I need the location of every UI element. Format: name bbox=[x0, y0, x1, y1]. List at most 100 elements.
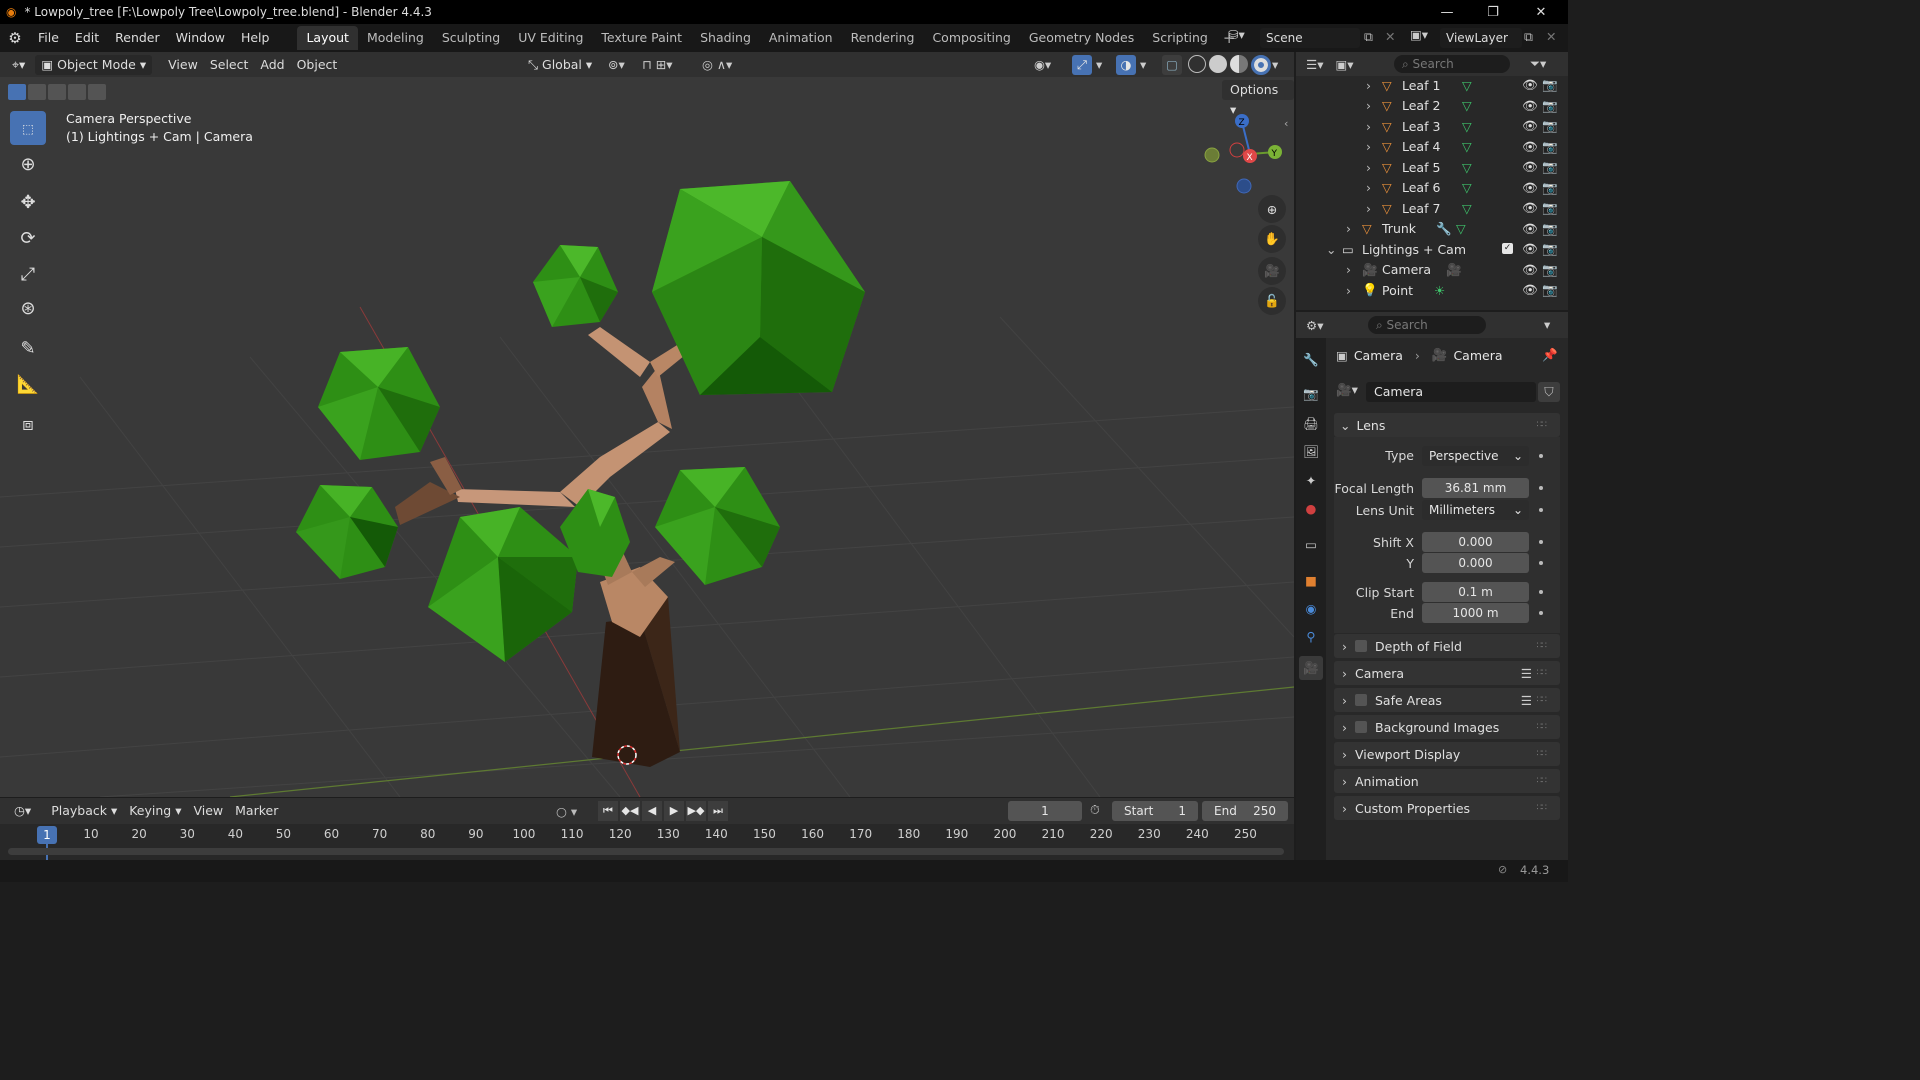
animation-panel[interactable]: › Animation ∷∷ bbox=[1334, 769, 1560, 793]
snap-icon[interactable]: ⊓ ⊞▾ bbox=[642, 57, 672, 72]
eye-visibility-icon[interactable]: 👁 bbox=[1522, 282, 1538, 298]
lock-camera-icon[interactable]: 🔓 bbox=[1258, 287, 1286, 315]
editor-type-icon[interactable]: ⌖▾ bbox=[6, 55, 31, 75]
viewport-display-panel[interactable]: › Viewport Display ∷∷ bbox=[1334, 742, 1560, 766]
next-keyframe-icon[interactable]: ▶◆ bbox=[686, 801, 706, 821]
transform-tool[interactable]: ⊛ bbox=[10, 291, 46, 325]
presets-list-icon[interactable]: ☰ bbox=[1521, 666, 1532, 681]
maximize-button[interactable]: ❐ bbox=[1470, 0, 1516, 24]
outliner-row[interactable]: › ▽ Leaf 5 ▽ 👁 📷 bbox=[1296, 157, 1568, 177]
eye-visibility-icon[interactable]: 👁 bbox=[1522, 159, 1538, 175]
zoom-icon[interactable]: ⊕ bbox=[1258, 195, 1286, 223]
menu-edit[interactable]: Edit bbox=[67, 27, 107, 49]
shift-y-field[interactable]: 0.000 bbox=[1422, 553, 1529, 573]
display-mode-icon[interactable]: ▣▾ bbox=[1335, 57, 1353, 72]
collection-exclude-checkbox[interactable]: ✓ bbox=[1502, 243, 1513, 254]
eye-visibility-icon[interactable]: 👁 bbox=[1522, 262, 1538, 278]
chevron-right-icon[interactable]: › bbox=[1366, 139, 1371, 154]
camera-render-icon[interactable]: 📷 bbox=[1542, 200, 1558, 216]
pivot-point-icon[interactable]: ⊚▾ bbox=[608, 57, 625, 72]
scene-tab-icon[interactable]: ✦ bbox=[1299, 468, 1323, 492]
focal-keyframe-dot[interactable] bbox=[1539, 486, 1543, 490]
clip-start-keyframe-dot[interactable] bbox=[1539, 590, 1543, 594]
outliner-editor-type-icon[interactable]: ☰▾ bbox=[1306, 57, 1323, 72]
new-scene-icon[interactable]: ⧉ bbox=[1364, 29, 1373, 45]
camera-render-icon[interactable]: 📷 bbox=[1542, 262, 1558, 278]
outliner-row[interactable]: › 🎥 Camera 🎥 👁 📷 bbox=[1296, 260, 1568, 280]
tab-modeling[interactable]: Modeling bbox=[358, 26, 433, 50]
mesh-data-icon[interactable]: ▽ bbox=[1456, 221, 1466, 236]
camera-render-icon[interactable]: 📷 bbox=[1542, 159, 1558, 175]
transform-orientation-dropdown[interactable]: ⤡ Global ▾ bbox=[522, 55, 598, 75]
collection-tab-icon[interactable]: ▭ bbox=[1299, 532, 1323, 556]
rotate-tool[interactable]: ⟳ bbox=[10, 221, 46, 255]
camera-data-icon[interactable]: 🎥 bbox=[1446, 262, 1462, 278]
options-dropdown[interactable]: Options ▾ bbox=[1222, 80, 1294, 117]
chevron-right-icon[interactable]: › bbox=[1366, 201, 1371, 216]
focal-length-field[interactable]: 36.81 mm bbox=[1422, 478, 1529, 498]
menu-window[interactable]: Window bbox=[168, 27, 233, 49]
camera-render-icon[interactable]: 📷 bbox=[1542, 221, 1558, 237]
menu-file[interactable]: File bbox=[30, 27, 67, 49]
outliner-item-label[interactable]: Camera bbox=[1382, 262, 1431, 277]
tab-sculpting[interactable]: Sculpting bbox=[433, 26, 509, 50]
outliner-row[interactable]: › ▽ Leaf 2 ▽ 👁 📷 bbox=[1296, 96, 1568, 116]
mesh-data-icon[interactable]: ▽ bbox=[1462, 119, 1472, 134]
fake-user-shield-icon[interactable]: ⛉ bbox=[1538, 382, 1560, 402]
camera-render-icon[interactable]: 📷 bbox=[1542, 118, 1558, 134]
select-extend-icon[interactable] bbox=[28, 84, 46, 100]
timeline-editor-type-icon[interactable]: ◷▾ bbox=[8, 801, 37, 821]
outliner-row[interactable]: › ▽ Leaf 7 ▽ 👁 📷 bbox=[1296, 198, 1568, 218]
outliner-item-label[interactable]: Leaf 6 bbox=[1402, 180, 1440, 195]
shading-options-icon[interactable]: ▾ bbox=[1272, 57, 1278, 72]
mesh-data-icon[interactable]: ▽ bbox=[1462, 78, 1472, 93]
tab-geometry-nodes[interactable]: Geometry Nodes bbox=[1020, 26, 1143, 50]
light-data-icon[interactable]: ☀ bbox=[1434, 283, 1445, 298]
shift-y-keyframe-dot[interactable] bbox=[1539, 561, 1543, 565]
proportional-edit-icon[interactable]: ◎ ∧▾ bbox=[702, 57, 732, 72]
tab-scripting[interactable]: Scripting bbox=[1143, 26, 1217, 50]
eye-visibility-icon[interactable]: 👁 bbox=[1522, 98, 1538, 114]
background-images-checkbox[interactable] bbox=[1355, 721, 1367, 733]
lens-unit-keyframe-dot[interactable] bbox=[1539, 508, 1543, 512]
camera-render-icon[interactable]: 📷 bbox=[1542, 77, 1558, 93]
outliner-item-label[interactable]: Leaf 3 bbox=[1402, 119, 1440, 134]
object-tab-icon[interactable]: ■ bbox=[1299, 568, 1323, 592]
chevron-right-icon[interactable]: › bbox=[1366, 160, 1371, 175]
select-intersect-icon[interactable] bbox=[88, 84, 106, 100]
chevron-right-icon[interactable]: › bbox=[1366, 119, 1371, 134]
add-cube-tool[interactable]: ⧈ bbox=[10, 407, 46, 441]
scale-tool[interactable]: ⤢ bbox=[10, 257, 46, 291]
output-tab-icon[interactable]: 🖨 bbox=[1299, 412, 1323, 436]
lens-unit-dropdown[interactable]: Millimeters ⌄ bbox=[1422, 500, 1529, 520]
outliner-row[interactable]: ⌄ ▭ Lightings + Cam ✓ 👁 📷 bbox=[1296, 239, 1568, 259]
camera-render-icon[interactable]: 📷 bbox=[1542, 98, 1558, 114]
camera-panel[interactable]: › Camera ☰ ∷∷ bbox=[1334, 661, 1560, 685]
tab-shading[interactable]: Shading bbox=[691, 26, 760, 50]
timeline-scrollbar[interactable] bbox=[8, 848, 1284, 855]
navigation-gizmo[interactable]: Z Y X bbox=[1200, 109, 1290, 199]
eye-visibility-icon[interactable]: 👁 bbox=[1522, 200, 1538, 216]
tool-tab-icon[interactable]: 🔧 bbox=[1299, 348, 1323, 372]
physics-tab-icon[interactable]: ◉ bbox=[1299, 596, 1323, 620]
menu-keying[interactable]: Keying ▾ bbox=[123, 801, 187, 821]
auto-keying-icon[interactable]: ○ ▾ bbox=[556, 804, 577, 819]
play-icon[interactable]: ▶ bbox=[664, 801, 684, 821]
preview-range-icon[interactable]: ⏱ bbox=[1090, 802, 1100, 818]
outliner-item-label[interactable]: Leaf 5 bbox=[1402, 160, 1440, 175]
safe-areas-panel[interactable]: › Safe Areas ☰ ∷∷ bbox=[1334, 688, 1560, 712]
menu-playback[interactable]: Playback ▾ bbox=[45, 801, 123, 821]
material-shading-icon[interactable] bbox=[1230, 54, 1248, 73]
chevron-right-icon[interactable]: › bbox=[1346, 221, 1351, 236]
menu-object[interactable]: Object bbox=[291, 55, 344, 75]
cursor-tool[interactable]: ⊕ bbox=[10, 147, 46, 181]
menu-select[interactable]: Select bbox=[204, 55, 255, 75]
shift-x-field[interactable]: 0.000 bbox=[1422, 532, 1529, 552]
type-keyframe-dot[interactable] bbox=[1539, 454, 1543, 458]
outliner-item-label[interactable]: Leaf 7 bbox=[1402, 201, 1440, 216]
menu-timeline-view[interactable]: View bbox=[187, 801, 229, 821]
camera-render-icon[interactable]: 📷 bbox=[1542, 139, 1558, 155]
drag-grip-icon[interactable]: ∷∷ bbox=[1537, 420, 1548, 430]
camera-render-icon[interactable]: 📷 bbox=[1542, 241, 1558, 257]
tab-rendering[interactable]: Rendering bbox=[842, 26, 924, 50]
